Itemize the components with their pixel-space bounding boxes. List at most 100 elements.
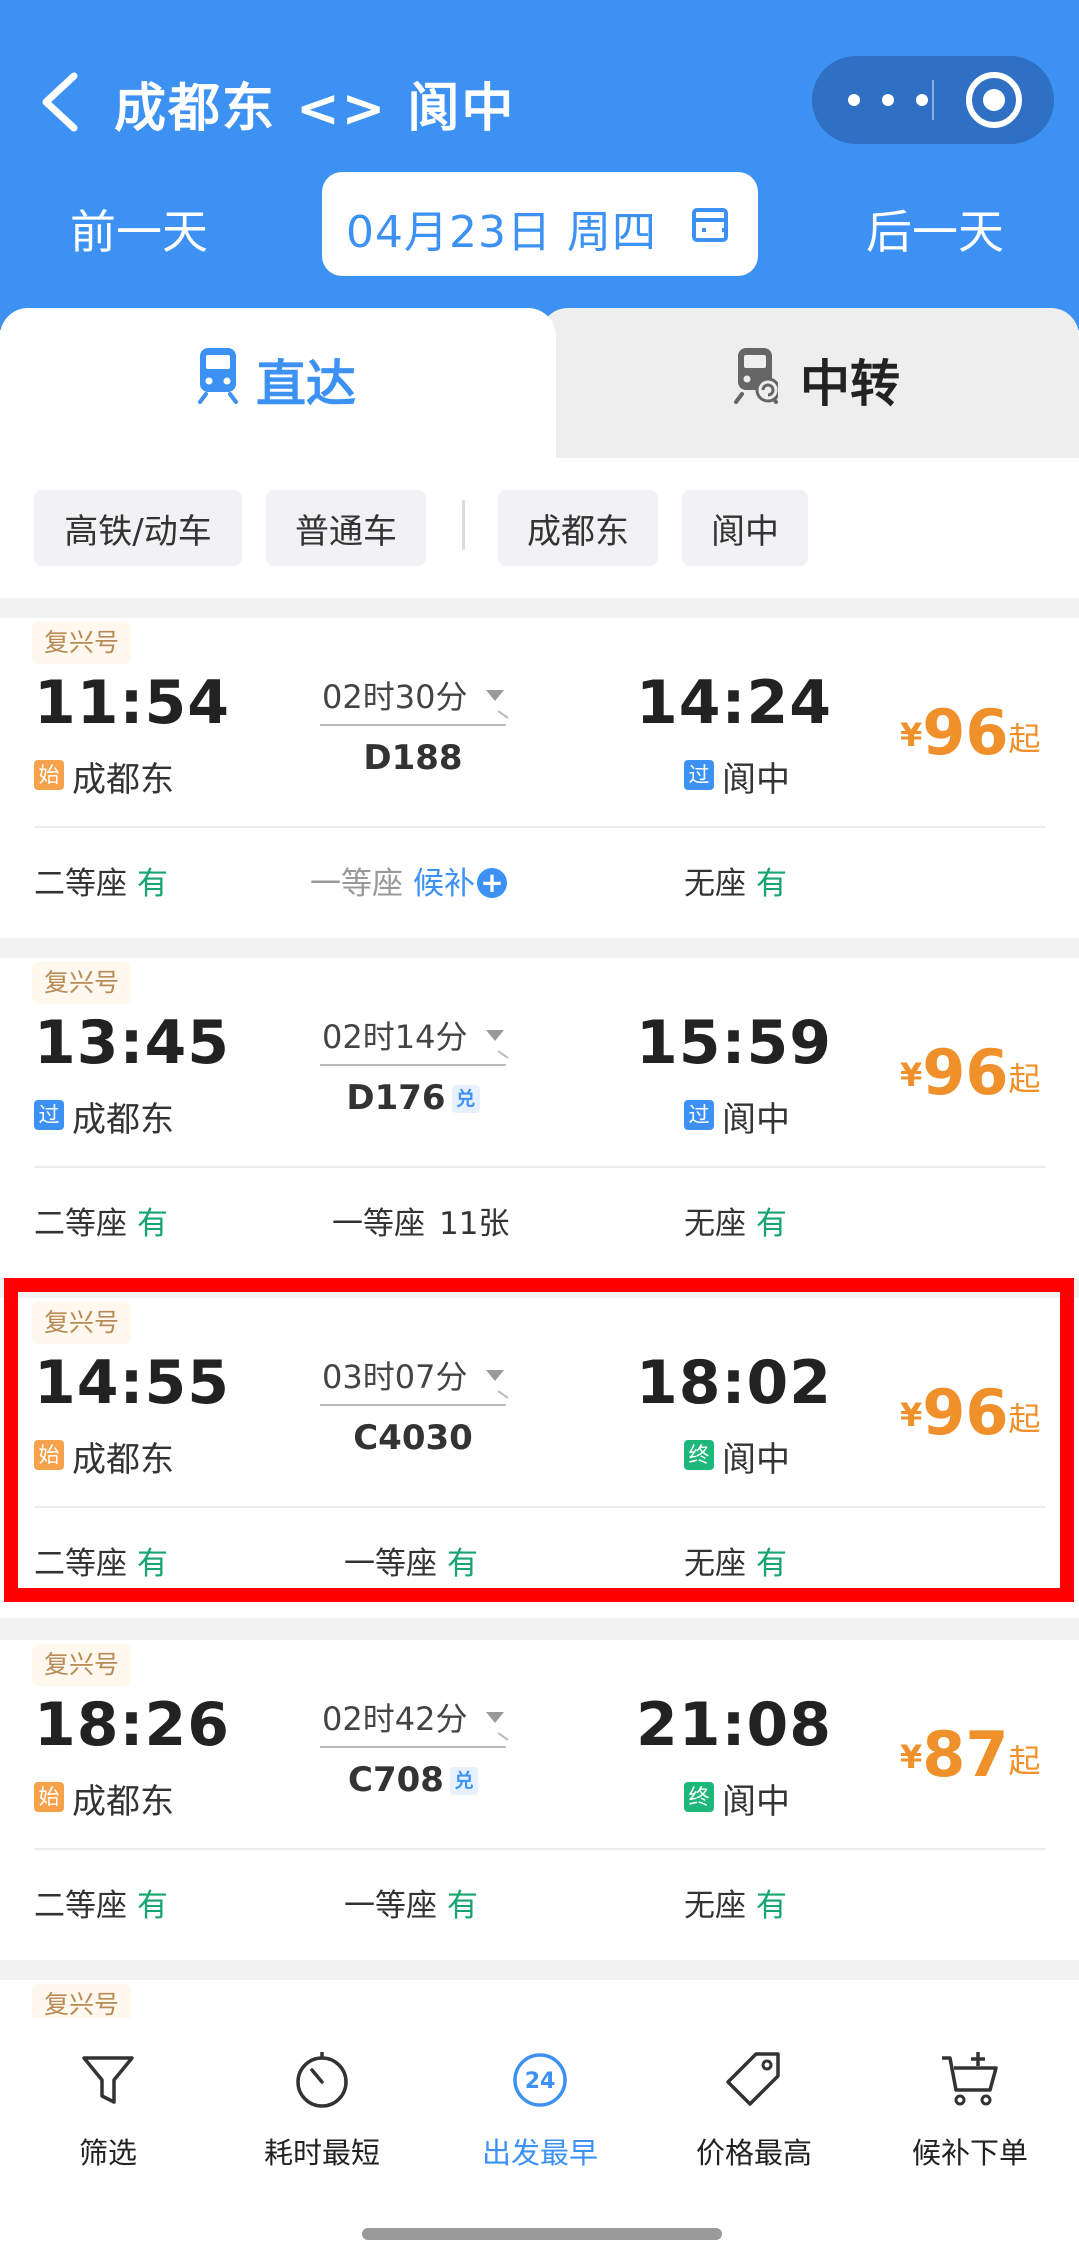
- transfer-train-icon: [734, 348, 778, 404]
- seat-second-class: 二等座有: [34, 1538, 168, 1583]
- date-picker[interactable]: 04月23日 周四: [322, 172, 758, 276]
- card-divider: [34, 1166, 1046, 1168]
- waitlist-order-label: 候补下单: [911, 2136, 1028, 2170]
- seat-class: 无座: [684, 866, 746, 902]
- filter-chip-arrival-station[interactable]: 阆中: [682, 490, 808, 566]
- seat-status: 候补: [413, 866, 475, 902]
- train-card[interactable]: 复兴号 13:45 过 成都东 02时14分 D176 兑 15:59 过 阆中 …: [0, 958, 1079, 1278]
- calendar-icon: [692, 208, 728, 242]
- train-card-selected[interactable]: 复兴号 14:55 始 成都东 03时07分 C4030 18:02 终 阆中 …: [0, 1298, 1079, 1618]
- sort-earliest-departure-label: 出发最早: [481, 2136, 598, 2170]
- seat-second-class: 二等座有: [34, 1880, 168, 1925]
- seat-status: 有: [137, 1888, 168, 1924]
- duration-arrow-line: [320, 1746, 506, 1748]
- departure-time: 11:54: [34, 668, 230, 738]
- direct-train-icon: [198, 348, 238, 404]
- seat-first-class[interactable]: 一等座 候补 +: [310, 858, 507, 903]
- price-suffix: 起: [1008, 1060, 1041, 1098]
- seat-status: 有: [447, 1546, 478, 1582]
- seat-status: 有: [137, 1546, 168, 1582]
- price: ¥96起: [900, 1376, 1041, 1449]
- prev-day-button[interactable]: 前一天: [70, 196, 208, 262]
- next-day-button[interactable]: 后一天: [866, 196, 1004, 262]
- filter-button[interactable]: 筛选: [18, 2048, 198, 2172]
- seat-status: 有: [756, 1206, 787, 1242]
- seat-status: 有: [756, 1888, 787, 1924]
- price-tag-icon: [726, 2052, 780, 2106]
- price-symbol: ¥: [900, 716, 923, 754]
- timer-icon: [296, 2052, 348, 2108]
- tab-transfer[interactable]: 中转: [540, 308, 1079, 458]
- seat-class: 二等座: [34, 866, 127, 902]
- price-value: 96: [922, 1036, 1009, 1109]
- more-icon[interactable]: [848, 84, 928, 116]
- sort-highest-price-button[interactable]: 价格最高: [664, 2048, 844, 2172]
- filter-icon: [82, 2056, 134, 2104]
- date-text: 04月23日 周四: [346, 207, 657, 258]
- price-symbol: ¥: [900, 1738, 923, 1776]
- seat-status: 有: [756, 866, 787, 902]
- route-title: 成都东 <> 阆中: [114, 79, 516, 139]
- card-divider: [34, 826, 1046, 828]
- cart-add-icon: [942, 2052, 998, 2106]
- back-arrow-icon[interactable]: [38, 70, 82, 134]
- waitlist-order-button[interactable]: 候补下单: [880, 2048, 1060, 2172]
- seat-no-seat: 无座有: [684, 858, 787, 903]
- tab-direct-label: 直达: [256, 355, 356, 413]
- close-miniprogram-icon[interactable]: [966, 72, 1022, 128]
- departure-station: 成都东: [72, 1100, 174, 1140]
- seat-class: 无座: [684, 1888, 746, 1924]
- arrival-tag: 过: [684, 760, 714, 790]
- duration: 02时14分: [322, 1018, 468, 1056]
- filter-label: 筛选: [78, 2136, 137, 2170]
- filter-chip-departure-station[interactable]: 成都东: [498, 490, 658, 566]
- seat-class: 一等座: [332, 1206, 425, 1242]
- sort-shortest-duration-button[interactable]: 耗时最短: [232, 2048, 412, 2172]
- price: ¥87起: [900, 1718, 1041, 1791]
- seat-status: 有: [137, 1206, 168, 1242]
- train-card[interactable]: 复兴号 11:54 始 成都东 02时30分 D188 14:24 过 阆中 ¥…: [0, 618, 1079, 938]
- price-value: 96: [922, 1376, 1009, 1449]
- capsule-divider: [932, 80, 934, 120]
- seat-first-class: 一等座有: [344, 1880, 478, 1925]
- train-number-text: C708: [348, 1760, 444, 1800]
- sort-earliest-departure-button[interactable]: 24 出发最早: [450, 2048, 630, 2172]
- stops-dropdown-icon[interactable]: [486, 1370, 504, 1381]
- home-indicator[interactable]: [362, 2228, 722, 2240]
- departure-station: 成都东: [72, 1440, 174, 1480]
- price-symbol: ¥: [900, 1396, 923, 1434]
- duration-arrow-line: [320, 1064, 506, 1066]
- seat-class: 二等座: [34, 1206, 127, 1242]
- card-divider: [34, 1848, 1046, 1850]
- seat-second-class: 二等座有: [34, 858, 168, 903]
- filter-chip-highspeed[interactable]: 高铁/动车: [34, 490, 242, 566]
- arrival-time: 21:08: [636, 1690, 832, 1760]
- departure-tag: 始: [34, 1782, 64, 1812]
- stops-dropdown-icon[interactable]: [486, 1030, 504, 1041]
- train-card[interactable]: 复兴号 18:26 始 成都东 02时42分 C708 兑 21:08 终 阆中 …: [0, 1640, 1079, 1960]
- departure-tag: 始: [34, 1440, 64, 1470]
- bottom-sort-bar: 筛选 耗时最短 24 出发最早 价格最高 候补下单: [0, 2018, 1079, 2262]
- seat-class: 二等座: [34, 1546, 127, 1582]
- train-number: D176 兑: [320, 1078, 506, 1118]
- seat-no-seat: 无座有: [684, 1880, 787, 1925]
- price: ¥96起: [900, 1036, 1041, 1109]
- arrival-station: 阆中: [722, 1100, 790, 1140]
- departure-time: 13:45: [34, 1008, 230, 1078]
- seat-class: 一等座: [344, 1888, 437, 1924]
- seat-status: 11张: [439, 1206, 510, 1242]
- stops-dropdown-icon[interactable]: [486, 690, 504, 701]
- filter-chip-normal[interactable]: 普通车: [266, 490, 426, 566]
- card-divider: [34, 1506, 1046, 1508]
- tab-direct[interactable]: 直达: [0, 308, 556, 458]
- duration: 02时30分: [322, 678, 468, 716]
- departure-time: 18:26: [34, 1690, 230, 1760]
- arrival-tag: 终: [684, 1782, 714, 1812]
- stops-dropdown-icon[interactable]: [486, 1712, 504, 1723]
- sort-highest-price-label: 价格最高: [695, 2136, 812, 2170]
- train-number-text: D176: [346, 1078, 446, 1118]
- waitlist-add-icon[interactable]: +: [477, 868, 507, 898]
- departure-tag: 过: [34, 1100, 64, 1130]
- brand-badge: 复兴号: [32, 962, 132, 1004]
- arrival-station: 阆中: [722, 760, 790, 800]
